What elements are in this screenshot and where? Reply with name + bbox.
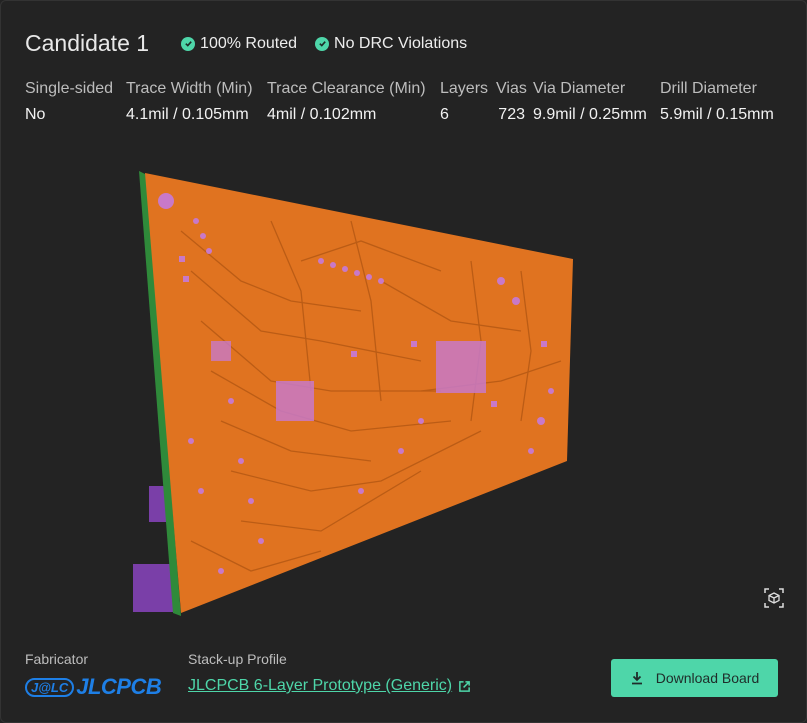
spec-value: 4.1mil / 0.105mm (126, 106, 249, 123)
spec-value: 9.9mil / 0.25mm (533, 106, 647, 123)
spec-value: 723 (498, 106, 525, 123)
stackup-profile-link[interactable]: JLCPCB 6-Layer Prototype (Generic) (188, 677, 471, 695)
drc-badge-label: No DRC Violations (334, 34, 468, 52)
download-board-label: Download Board (655, 670, 760, 686)
board-face (145, 173, 573, 613)
pcb-board-render (133, 171, 573, 616)
download-icon (631, 672, 642, 685)
specs-header-row: Single-sided Trace Width (Min) Trace Cle… (25, 80, 780, 98)
logo-mark: J@LC (25, 677, 75, 697)
spec-value: 4mil / 0.102mm (267, 106, 377, 123)
download-board-button[interactable]: Download Board (611, 659, 778, 697)
logo-text: JLCPCB (76, 674, 162, 699)
header-row: Candidate 1 100% Routed No DRC Violation… (25, 30, 467, 57)
spec-header: Trace Width (Min) (126, 80, 253, 97)
ic-chip (436, 341, 486, 393)
spec-header: Trace Clearance (Min) (267, 80, 426, 97)
spec-header: Drill Diameter (660, 80, 757, 97)
specs-value-row: No 4.1mil / 0.105mm 4mil / 0.102mm 6 723… (25, 106, 780, 124)
spec-value: 5.9mil / 0.15mm (660, 106, 774, 123)
3d-view-button[interactable] (763, 587, 785, 609)
spec-header: Vias (496, 80, 527, 97)
stackup-profile-link-text: JLCPCB 6-Layer Prototype (Generic) (188, 677, 453, 694)
routed-badge: 100% Routed (181, 35, 297, 53)
external-link-icon (459, 680, 470, 692)
fabricator-label: Fabricator (25, 651, 89, 667)
jlcpcb-logo: J@LC JLCPCB (25, 674, 162, 700)
check-circle-icon (181, 36, 196, 51)
specs-table: Single-sided Trace Width (Min) Trace Cle… (25, 80, 780, 124)
candidate-card: Candidate 1 100% Routed No DRC Violation… (0, 0, 807, 723)
spec-header: Single-sided (25, 80, 114, 97)
stackup-label: Stack-up Profile (188, 651, 287, 667)
check-circle-icon (315, 36, 330, 51)
board-3d-viewer[interactable] (121, 161, 591, 621)
drc-badge: No DRC Violations (315, 35, 467, 53)
spec-value: 6 (440, 106, 449, 123)
ic-chip (276, 381, 314, 421)
routed-badge-label: 100% Routed (200, 34, 298, 52)
3d-cube-icon (764, 588, 784, 608)
spec-header: Layers (440, 80, 489, 97)
candidate-title: Candidate 1 (25, 30, 150, 56)
spec-header: Via Diameter (533, 80, 626, 97)
spec-value: No (25, 106, 46, 123)
ic-chip (211, 341, 231, 361)
